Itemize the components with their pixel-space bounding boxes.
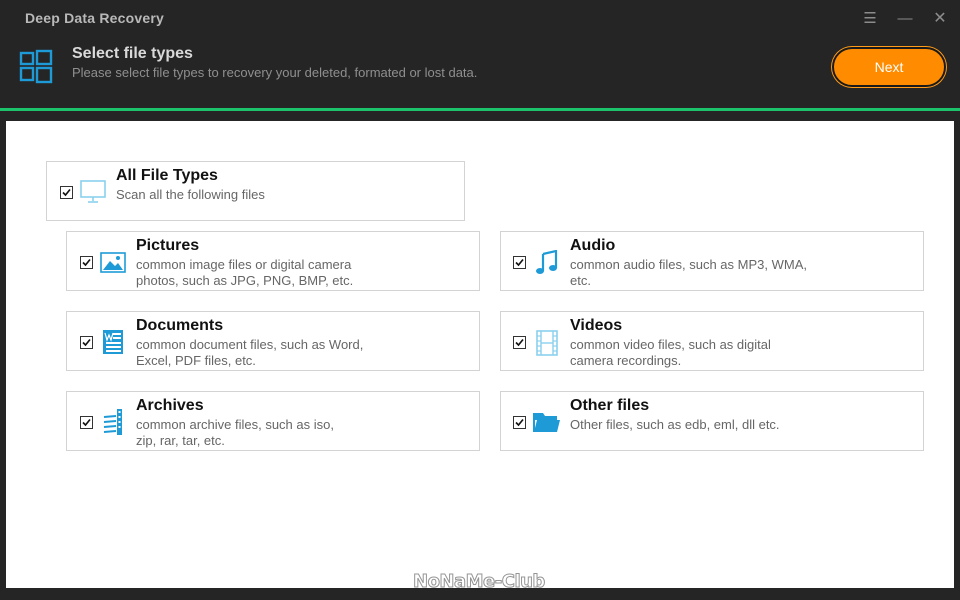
file-type-option-audio[interactable]: Audio common audio files, such as MP3, W… [500, 231, 924, 291]
archive-icon [103, 409, 122, 435]
file-type-option-documents[interactable]: Documents common document files, such as… [66, 311, 480, 371]
folder-icon [533, 413, 560, 432]
all-file-types-desc: Scan all the following files [116, 187, 265, 202]
all-file-types-checkbox[interactable] [60, 186, 73, 199]
film-icon [536, 330, 558, 356]
archives-title: Archives [136, 397, 204, 414]
page-subtitle: Please select file types to recovery you… [72, 65, 478, 80]
videos-title: Videos [570, 317, 623, 334]
progress-accent-line [0, 108, 960, 111]
pictures-checkbox[interactable] [80, 256, 93, 269]
other-files-desc-line1: Other files, such as edb, eml, dll etc. [570, 417, 780, 432]
audio-title: Audio [570, 237, 616, 254]
audio-checkbox[interactable] [513, 256, 526, 269]
videos-desc-line2: camera recordings. [570, 353, 682, 368]
all-file-types-title: All File Types [116, 167, 218, 184]
archives-desc-line2: zip, rar, tar, etc. [136, 433, 225, 448]
title-bar: Deep Data Recovery ☰ — ✕ [0, 0, 960, 36]
picture-icon [100, 252, 126, 273]
documents-desc-line1: common document files, such as Word, [136, 337, 364, 352]
settings-menu-icon[interactable]: ☰ [860, 9, 880, 29]
windows-grid-icon [19, 49, 53, 84]
watermark: NoNaMe-Club [413, 571, 546, 593]
music-note-icon [536, 250, 558, 274]
pictures-desc-line2: photos, such as JPG, PNG, BMP, etc. [136, 273, 354, 288]
audio-desc-line2: etc. [570, 273, 591, 288]
other-files-checkbox[interactable] [513, 416, 526, 429]
videos-desc-line1: common video files, such as digital [570, 337, 771, 352]
next-button[interactable]: Next [832, 47, 946, 87]
file-type-option-pictures[interactable]: Pictures common image files or digital c… [66, 231, 480, 291]
documents-desc-line2: Excel, PDF files, etc. [136, 353, 256, 368]
file-type-option-videos[interactable]: Videos common video files, such as digit… [500, 311, 924, 371]
audio-desc-line1: common audio files, such as MP3, WMA, [570, 257, 807, 272]
documents-checkbox[interactable] [80, 336, 93, 349]
header: Select file types Please select file typ… [0, 36, 960, 108]
other-files-title: Other files [570, 397, 650, 414]
videos-checkbox[interactable] [513, 336, 526, 349]
documents-title: Documents [136, 317, 224, 334]
archives-desc-line1: common archive files, such as iso, [136, 417, 334, 432]
pictures-desc-line1: common image files or digital camera [136, 257, 352, 272]
file-type-option-other[interactable]: Other files Other files, such as edb, em… [500, 391, 924, 451]
pictures-title: Pictures [136, 237, 200, 254]
page-title: Select file types [72, 45, 193, 62]
file-type-option-archives[interactable]: Archives common archive files, such as i… [66, 391, 480, 451]
app-title: Deep Data Recovery [25, 10, 164, 26]
minimize-icon[interactable]: — [895, 9, 915, 29]
all-file-types-option[interactable]: All File Types Scan all the following fi… [46, 161, 465, 221]
word-document-icon [103, 330, 123, 354]
archives-checkbox[interactable] [80, 416, 93, 429]
close-icon[interactable]: ✕ [930, 9, 950, 29]
monitor-icon [80, 180, 106, 203]
